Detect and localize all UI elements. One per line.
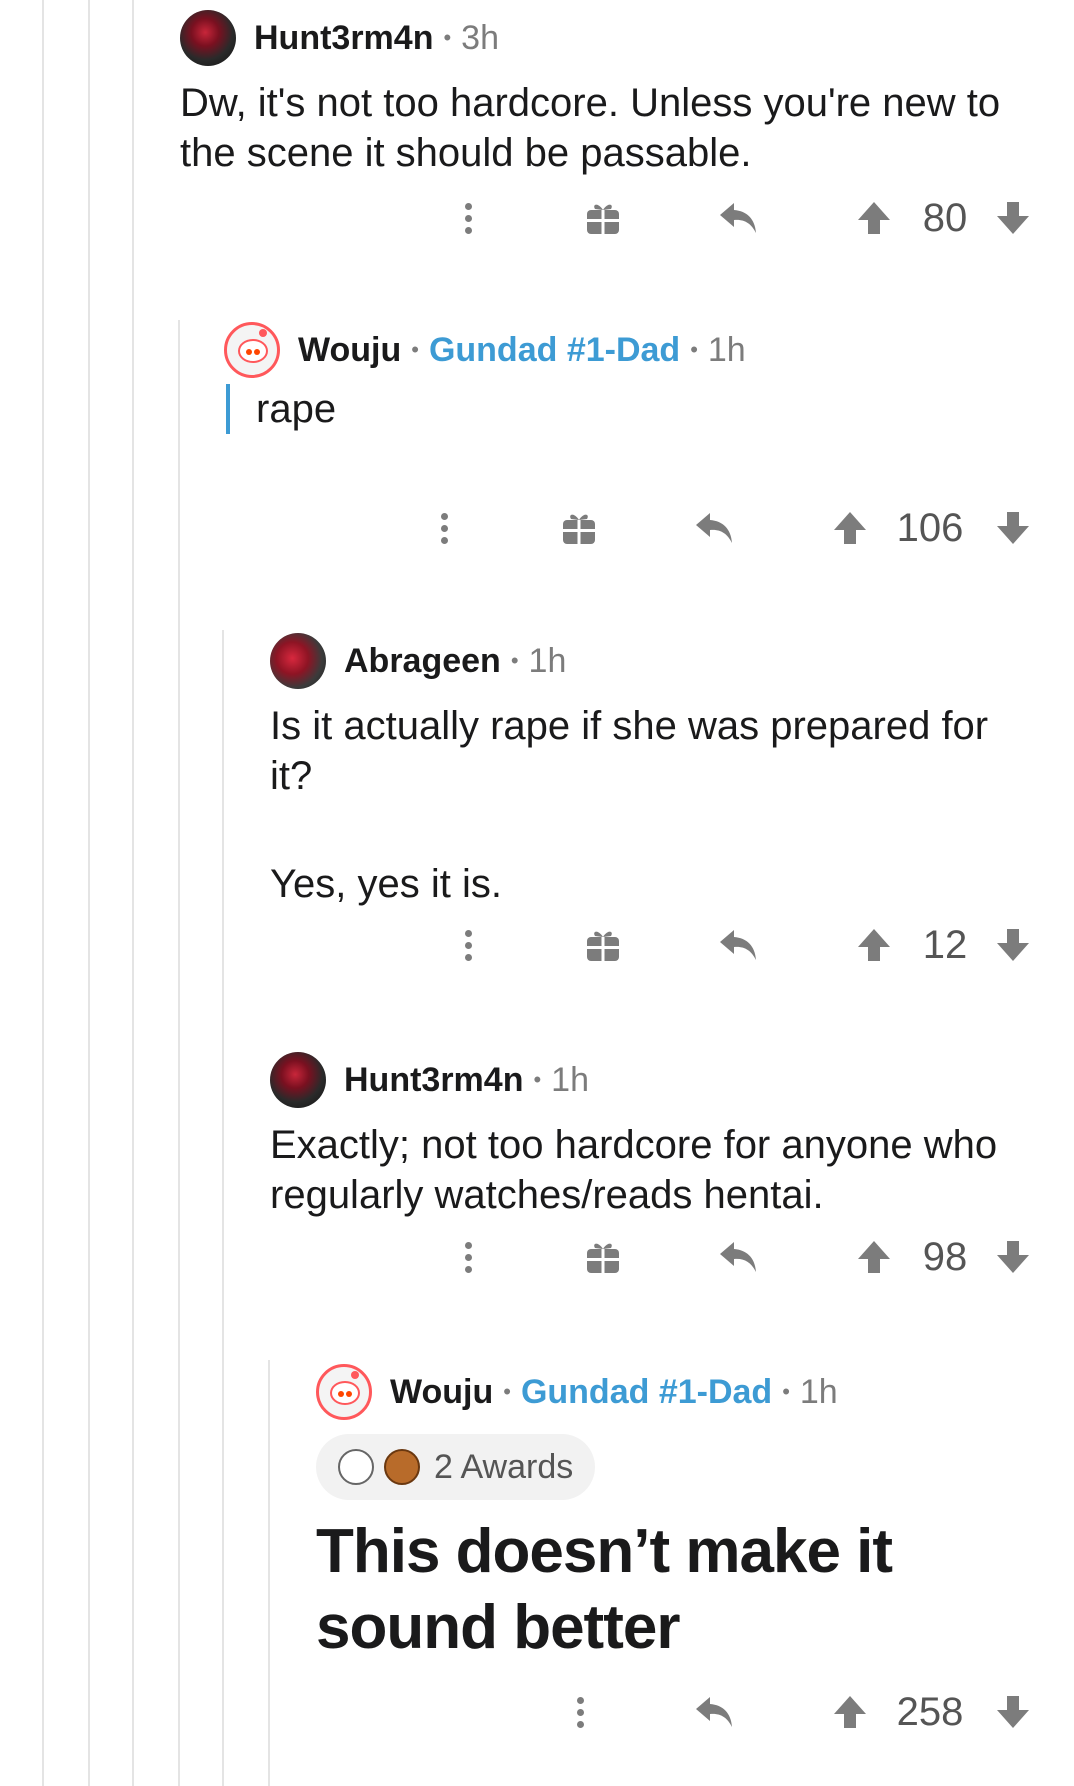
- heading-line: sound better: [316, 1593, 680, 1662]
- more-options-icon[interactable]: [443, 1232, 493, 1282]
- comment-header: Hunt3rm4n • 1h: [270, 1048, 1074, 1112]
- comment-abrageen: Abrageen • 1h Is it actually rape if she…: [270, 629, 1074, 909]
- block-quote: rape: [226, 384, 1074, 434]
- separator-dot: •: [510, 648, 519, 673]
- reply-arrow-icon[interactable]: [713, 193, 763, 243]
- timestamp: 1h: [707, 330, 746, 369]
- username[interactable]: Hunt3rm4n: [254, 19, 433, 58]
- timestamp: 1h: [528, 641, 567, 680]
- body-line: Exactly; not too hardcore for anyone who: [270, 1123, 998, 1167]
- body-line: Yes, yes it is.: [270, 862, 502, 906]
- comment-header: Abrageen • 1h: [270, 629, 1074, 693]
- thread-line-6[interactable]: [268, 1360, 270, 1786]
- downvote-arrow-icon[interactable]: [988, 193, 1038, 243]
- comment-wouju-1: Wouju • Gundad #1-Dad • 1h rape: [224, 318, 1074, 434]
- upvote-arrow-icon[interactable]: [825, 503, 875, 553]
- body-line: regularly watches/reads hentai.: [270, 1173, 824, 1217]
- more-options-icon[interactable]: [443, 193, 493, 243]
- comment-body: Is it actually rape if she was prepared …: [270, 701, 1074, 909]
- downvote-arrow-icon[interactable]: [988, 1232, 1038, 1282]
- avatar[interactable]: [180, 10, 236, 66]
- gift-award-icon[interactable]: [578, 193, 628, 243]
- comment-header: Wouju • Gundad #1-Dad • 1h: [316, 1360, 1074, 1424]
- thread-line-4[interactable]: [178, 320, 180, 1786]
- reply-arrow-icon[interactable]: [713, 1232, 763, 1282]
- award-bear-icon: [384, 1449, 420, 1485]
- comment-hunt3rm4n-1: Hunt3rm4n • 3h Dw, it's not too hardcore…: [180, 6, 1074, 178]
- body-line: Dw, it's not too hardcore. Unless you're…: [180, 81, 1001, 125]
- username[interactable]: Wouju: [298, 331, 401, 370]
- gift-award-icon[interactable]: [554, 503, 604, 553]
- award-face-icon: [338, 1449, 374, 1485]
- thread-line-5[interactable]: [222, 630, 224, 1786]
- upvote-arrow-icon[interactable]: [849, 193, 899, 243]
- more-options-icon[interactable]: [443, 920, 493, 970]
- timestamp: 3h: [461, 18, 499, 57]
- username[interactable]: Abrageen: [344, 642, 501, 681]
- username[interactable]: Wouju: [390, 1373, 493, 1412]
- reply-arrow-icon[interactable]: [689, 1687, 739, 1737]
- awards-pill[interactable]: 2 Awards: [316, 1434, 596, 1500]
- upvote-arrow-icon[interactable]: [849, 1232, 899, 1282]
- separator-dot: •: [690, 337, 698, 362]
- avatar[interactable]: [270, 1052, 326, 1108]
- vote-score: 106: [896, 505, 964, 550]
- comment-wouju-2: Wouju • Gundad #1-Dad • 1h 2 Awards This…: [316, 1360, 1074, 1666]
- body-line: it?: [270, 754, 313, 798]
- downvote-arrow-icon[interactable]: [988, 920, 1038, 970]
- thread-line-3[interactable]: [132, 0, 134, 1786]
- user-flair: Gundad #1-Dad: [520, 1372, 773, 1411]
- comment-header: Hunt3rm4n • 3h: [180, 6, 1074, 70]
- avatar[interactable]: [316, 1364, 372, 1420]
- more-options-icon[interactable]: [555, 1687, 605, 1737]
- user-flair: Gundad #1-Dad: [428, 330, 681, 369]
- vote-score: 80: [922, 195, 968, 240]
- avatar[interactable]: [270, 633, 326, 689]
- timestamp: 1h: [551, 1060, 589, 1099]
- separator-dot: •: [533, 1067, 542, 1092]
- awards-count: 2 Awards: [434, 1447, 574, 1486]
- vote-score: 258: [896, 1689, 964, 1734]
- gift-award-icon[interactable]: [578, 1232, 628, 1282]
- body-line: the scene it should be passable.: [180, 131, 752, 175]
- heading-line: This doesn’t make it: [316, 1517, 893, 1586]
- thread-line-2[interactable]: [88, 0, 90, 1786]
- reply-arrow-icon[interactable]: [713, 920, 763, 970]
- reply-arrow-icon[interactable]: [689, 503, 739, 553]
- body-line: Is it actually rape if she was prepared …: [270, 704, 989, 748]
- separator-dot: •: [411, 337, 419, 362]
- comment-hunt3rm4n-2: Hunt3rm4n • 1h Exactly; not too hardcore…: [270, 1048, 1074, 1220]
- downvote-arrow-icon[interactable]: [988, 503, 1038, 553]
- username[interactable]: Hunt3rm4n: [344, 1061, 523, 1100]
- upvote-arrow-icon[interactable]: [849, 920, 899, 970]
- separator-dot: •: [782, 1379, 790, 1404]
- separator-dot: •: [503, 1379, 511, 1404]
- vote-score: 12: [922, 922, 968, 967]
- avatar[interactable]: [224, 322, 280, 378]
- comment-header: Wouju • Gundad #1-Dad • 1h: [224, 318, 1074, 382]
- more-options-icon[interactable]: [419, 503, 469, 553]
- comment-body: Dw, it's not too hardcore. Unless you're…: [180, 78, 1074, 178]
- vote-score: 98: [922, 1234, 968, 1279]
- upvote-arrow-icon[interactable]: [825, 1687, 875, 1737]
- gift-award-icon[interactable]: [578, 920, 628, 970]
- quote-text: rape: [256, 387, 337, 431]
- comment-body: Exactly; not too hardcore for anyone who…: [270, 1120, 1074, 1220]
- timestamp: 1h: [799, 1372, 838, 1411]
- downvote-arrow-icon[interactable]: [988, 1687, 1038, 1737]
- separator-dot: •: [443, 25, 452, 50]
- thread-line-1[interactable]: [42, 0, 44, 1786]
- comment-body-heading: This doesn’t make it sound better: [316, 1514, 1074, 1666]
